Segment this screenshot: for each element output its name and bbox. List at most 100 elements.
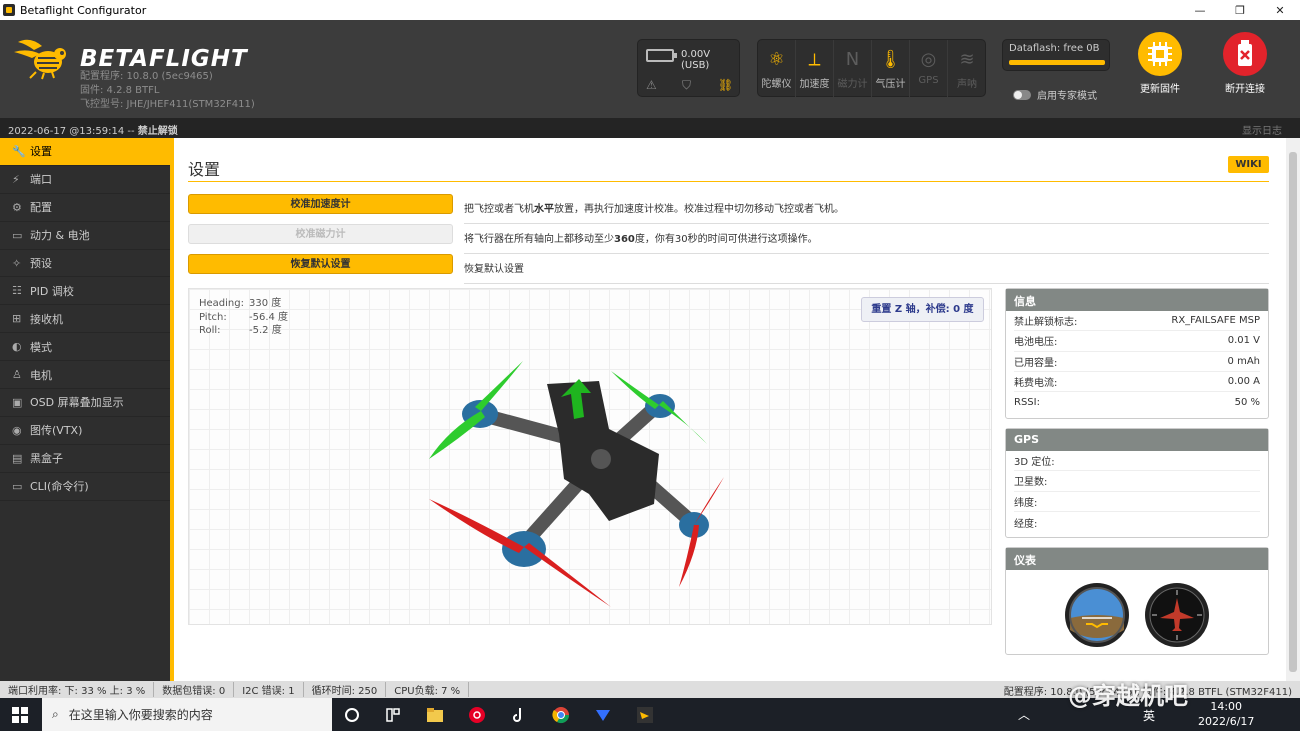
datetime-status: 2022-06-17 @13:59:14 -- 禁止解锁 (8, 126, 178, 137)
taskbar-search-placeholder: 在这里输入你要搜索的内容 (68, 708, 213, 722)
disconnect-label: 断开连接 (1225, 84, 1265, 95)
firmware-version: 固件: 4.2.8 BTFL (80, 85, 160, 96)
show-log-link[interactable]: 显示日志 (1242, 122, 1282, 137)
sidebar-item-modes[interactable]: ◐ 模式 (0, 333, 170, 362)
board-name: 飞控型号: JHE/JHEF411(STM32F411) (80, 99, 255, 110)
calibrate-accel-button[interactable]: 校准加速度计 (188, 194, 453, 214)
chip-icon (1138, 32, 1182, 76)
brand-name: BETAFLIGHT (80, 46, 248, 72)
packet-errors: 数据包错误: 0 (154, 682, 235, 697)
sidebar-item-cli[interactable]: ▭ CLI(命令行) (0, 473, 170, 501)
accel-icon: ⟂ (808, 49, 821, 70)
wrench-icon: 🔧 (12, 144, 26, 158)
toggle-icon: ◐ (12, 340, 22, 354)
sidebar-item-motors[interactable]: ♙ 电机 (0, 361, 170, 390)
broadcast-icon: ◉ (12, 423, 22, 437)
dataflash-box: Dataflash: free 0B (1002, 39, 1110, 71)
netease-music-icon[interactable] (468, 706, 486, 724)
taskbar-search[interactable]: ⌕ 在这里输入你要搜索的内容 (42, 698, 332, 731)
sidebar-item-blackbox[interactable]: ▤ 黑盒子 (0, 445, 170, 473)
instruments-panel-title: 仪表 (1006, 548, 1268, 570)
usb-disconnect-icon (1223, 32, 1267, 76)
disconnect-button[interactable]: 断开连接 (1210, 32, 1280, 95)
link-icon: ⛓ (718, 78, 734, 92)
page-title: 设置 (188, 160, 221, 179)
status-bar: 2022-06-17 @13:59:14 -- 禁止解锁 显示日志 (0, 118, 1300, 138)
magic-wand-icon: ✧ (12, 256, 22, 270)
gyro-icon: ⚛ (768, 49, 785, 70)
maximize-button[interactable]: ❐ (1220, 0, 1260, 20)
attitude-indicator-icon (1065, 583, 1129, 647)
taskbar-time: 14:00 (1210, 700, 1243, 713)
window-title: Betaflight Configurator (20, 3, 147, 17)
voltage-readout: 0.00V (USB) (681, 49, 711, 71)
gps-icon: ◎ (920, 49, 937, 70)
sensor-sonar: ≋ 声呐 (948, 40, 986, 97)
sensor-accel: ⟂ 加速度 (796, 40, 834, 97)
gear-icon: ⚙ (12, 200, 22, 214)
minimize-button[interactable]: — (1180, 0, 1220, 20)
search-icon: ⌕ (52, 707, 59, 721)
sidebar-item-vtx[interactable]: ◉ 图传(VTX) (0, 417, 170, 445)
expert-mode[interactable]: 启用专家模式 (1013, 87, 1097, 102)
cpu-load: CPU负载: 7 % (386, 682, 470, 697)
update-firmware-label: 更新固件 (1140, 84, 1180, 95)
baro-icon: 🌡 (879, 49, 902, 70)
terminal-icon: ▭ (12, 479, 23, 493)
wiki-button[interactable]: WIKI (1228, 156, 1269, 173)
main-scrollbar[interactable] (1286, 138, 1300, 681)
dataflash-label: Dataflash: free 0B (1009, 43, 1100, 54)
windows-start-icon[interactable] (12, 707, 28, 723)
main-content: 设置 WIKI 校准加速度计 把飞控或者飞机水平放置，再执行加速度计校准。校准过… (174, 138, 1286, 681)
gps-row: 经度: (1014, 518, 1038, 530)
dataflash-bar (1009, 60, 1105, 65)
model-view: Heading: 330 度 Pitch: -56.4 度 Roll: -5.2 度 … (188, 288, 992, 625)
failsafe-icon: ⛉ (682, 78, 692, 92)
battery-box: 0.00V (USB) ⚠ ⛉ ⛓ (637, 39, 740, 97)
battery-icon: ▭ (12, 228, 23, 242)
info-row: 耗费电流: 0.00 A (1014, 372, 1260, 393)
info-panel: 信息 禁止解锁标志: RX_FAILSAFE MSP 电池电压: 0.01 V 已用… (1005, 288, 1269, 419)
bee-logo-icon (14, 39, 66, 80)
file-explorer-icon[interactable] (426, 706, 444, 724)
info-row: 禁止解锁标志: RX_FAILSAFE MSP (1014, 311, 1260, 332)
sidebar-item-osd[interactable]: ▣ OSD 屏幕叠加显示 (0, 389, 170, 417)
arming-status: 禁止解锁 (137, 126, 178, 137)
betaflight-taskbar-icon[interactable] (636, 706, 654, 724)
instruments-panel: 仪表 (1005, 547, 1269, 655)
sensor-gps: ◎ GPS (910, 40, 948, 97)
taskbar-clock[interactable]: 14:00 2022/6/17 (1198, 699, 1254, 729)
sidebar: 🔧 设置 ⚡ 端口 ⚙ 配置 ▭ 动力 & 电池 ✧ 预设 ☷ PID 调校 ⊞ 接收机 ◐ 模… (0, 138, 170, 681)
scrollbar-thumb[interactable] (1289, 152, 1297, 672)
tiktok-icon[interactable] (510, 706, 528, 724)
widgets-icon[interactable] (384, 706, 402, 724)
expert-mode-toggle[interactable] (1013, 89, 1031, 100)
sidebar-item-receiver[interactable]: ⊞ 接收机 (0, 305, 170, 334)
sonar-icon: ≋ (959, 49, 975, 70)
tray-chevron-icon[interactable]: ︿ (1018, 706, 1030, 723)
gps-row: 纬度: (1014, 492, 1260, 512)
motor-icon: ♙ (12, 368, 22, 382)
sidebar-item-setup[interactable]: 🔧 设置 (0, 138, 170, 166)
sensor-box: ⚛ 陀螺仪 ⟂ 加速度 N 磁力计 🌡 气压计 ◎ GPS ≋ 声呐 (757, 39, 986, 97)
info-panel-title: 信息 (1006, 289, 1268, 311)
sidebar-item-ports[interactable]: ⚡ 端口 (0, 166, 170, 194)
close-button[interactable]: ✕ (1260, 0, 1300, 20)
feishu-icon[interactable] (594, 706, 612, 724)
calibrate-mag-button[interactable]: 校准磁力计 (188, 224, 453, 244)
port-utilization: 端口利用率: 下: 33 % 上: 3 % (0, 682, 155, 697)
sidebar-item-pid[interactable]: ☷ PID 调校 (0, 277, 170, 306)
heading-indicator-icon (1145, 583, 1209, 647)
sidebar-item-power[interactable]: ▭ 动力 & 电池 (0, 222, 170, 250)
reset-settings-button[interactable]: 恢复默认设置 (188, 254, 453, 274)
gps-row: 3D 定位: (1014, 451, 1260, 472)
sidebar-item-presets[interactable]: ✧ 预设 (0, 250, 170, 278)
update-firmware-button[interactable]: 更新固件 (1125, 32, 1195, 95)
quadcopter-model (429, 361, 724, 607)
calibrate-mag-description: 将飞行器在所有轴向上都移动至少360度，你有30秒的时间可供进行这项操作。 (464, 224, 1269, 254)
sidebar-item-configuration[interactable]: ⚙ 配置 (0, 194, 170, 222)
app-icon (3, 4, 15, 16)
chrome-icon[interactable] (552, 706, 570, 724)
task-view-icon[interactable] (343, 706, 361, 724)
gps-panel-title: GPS (1006, 429, 1268, 451)
